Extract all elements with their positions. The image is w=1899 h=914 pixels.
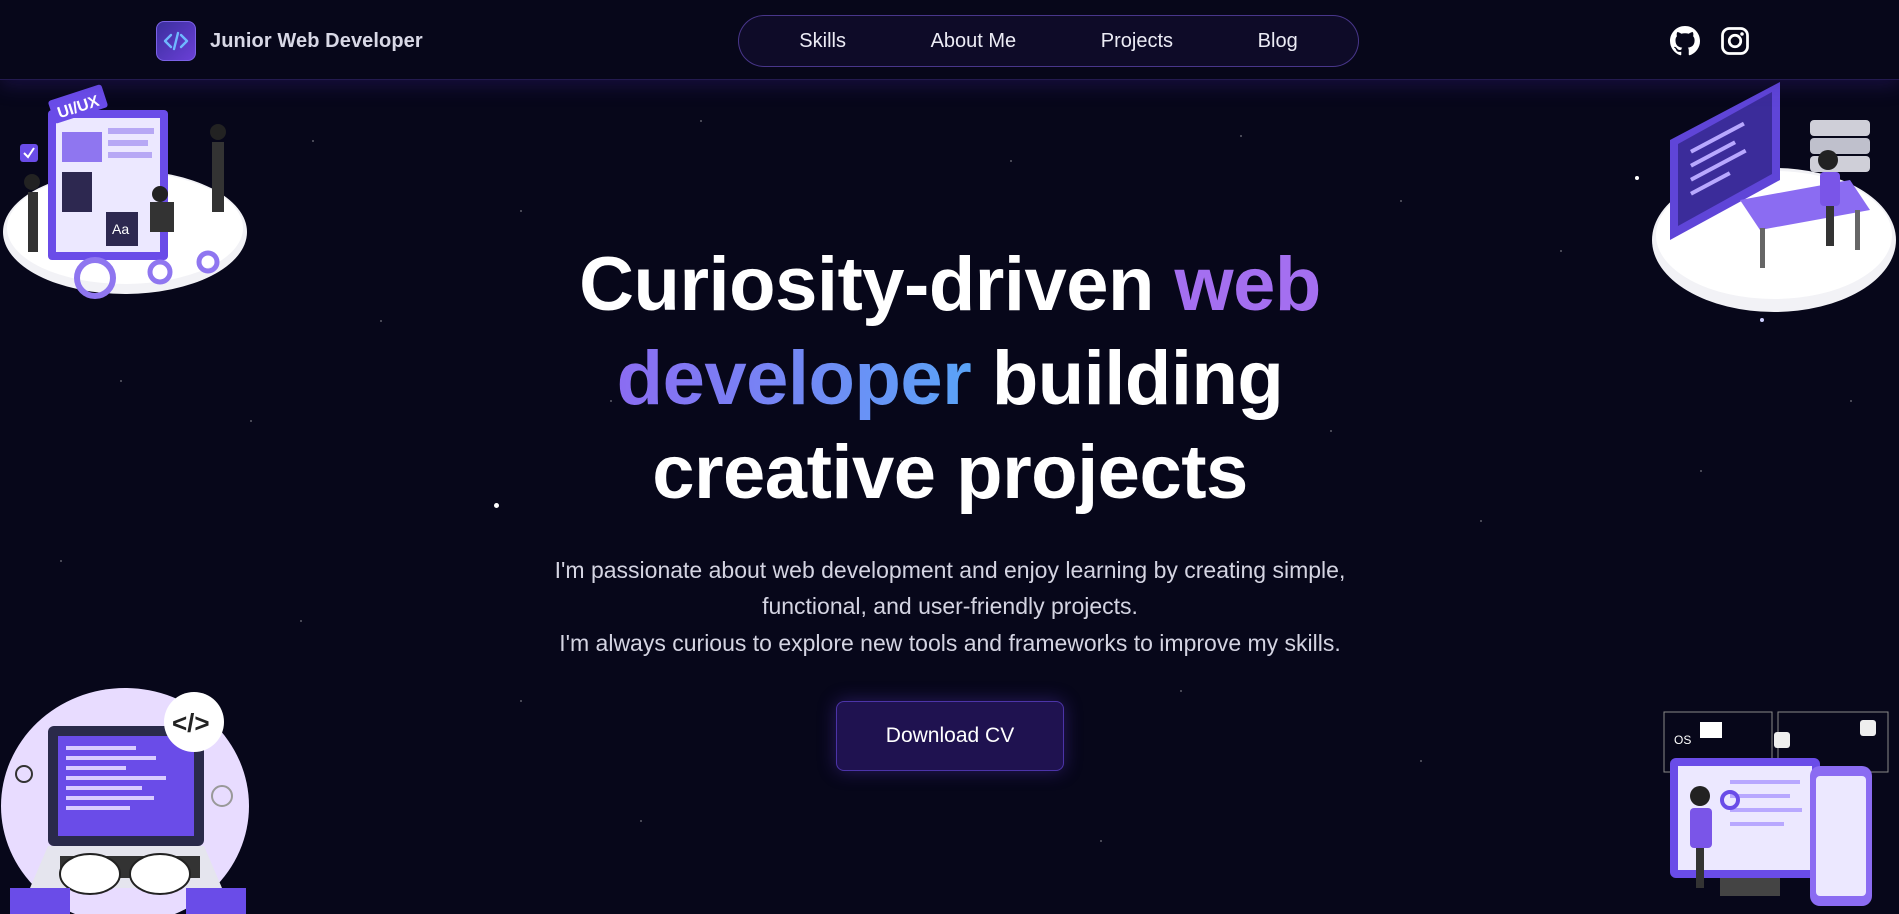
hero-paragraph-1: I'm passionate about web development and… [554,557,1346,619]
instagram-icon[interactable] [1718,24,1752,58]
main-nav: Skills About Me Projects Blog [738,15,1359,67]
nav-item-projects[interactable]: Projects [1091,24,1183,59]
code-brackets-icon [156,21,196,61]
nav-item-blog[interactable]: Blog [1248,24,1308,59]
hero-title-line3: creative projects [652,430,1248,515]
ui-ux-illustration: Aa UI/UX [0,82,250,317]
hero-title: Curiosity-driven web developer building … [450,238,1450,520]
github-icon[interactable] [1668,24,1702,58]
svg-text:OS: OS [1674,733,1691,747]
coding-laptop-illustration: </> [0,688,260,914]
svg-text:Aa: Aa [112,221,129,237]
developer-desk-illustration [1650,80,1899,325]
hero-title-part1: Curiosity-driven [579,242,1175,327]
brand[interactable]: Junior Web Developer [156,21,423,61]
svg-text:</>: </> [172,708,210,738]
hero-title-highlight-web: web [1174,242,1322,327]
cross-platform-illustration: OS [1660,710,1899,914]
nav-item-skills[interactable]: Skills [789,24,856,59]
hero-title-highlight-developer: developer [616,336,972,421]
site-header: Junior Web Developer Skills About Me Pro… [0,0,1899,80]
hero-title-part2: building [971,336,1284,421]
brand-name: Junior Web Developer [210,29,423,52]
hero-description: I'm passionate about web development and… [450,552,1450,661]
download-cv-button[interactable]: Download CV [836,701,1064,771]
nav-item-about-me[interactable]: About Me [921,24,1027,59]
hero-paragraph-2: I'm always curious to explore new tools … [559,630,1341,656]
